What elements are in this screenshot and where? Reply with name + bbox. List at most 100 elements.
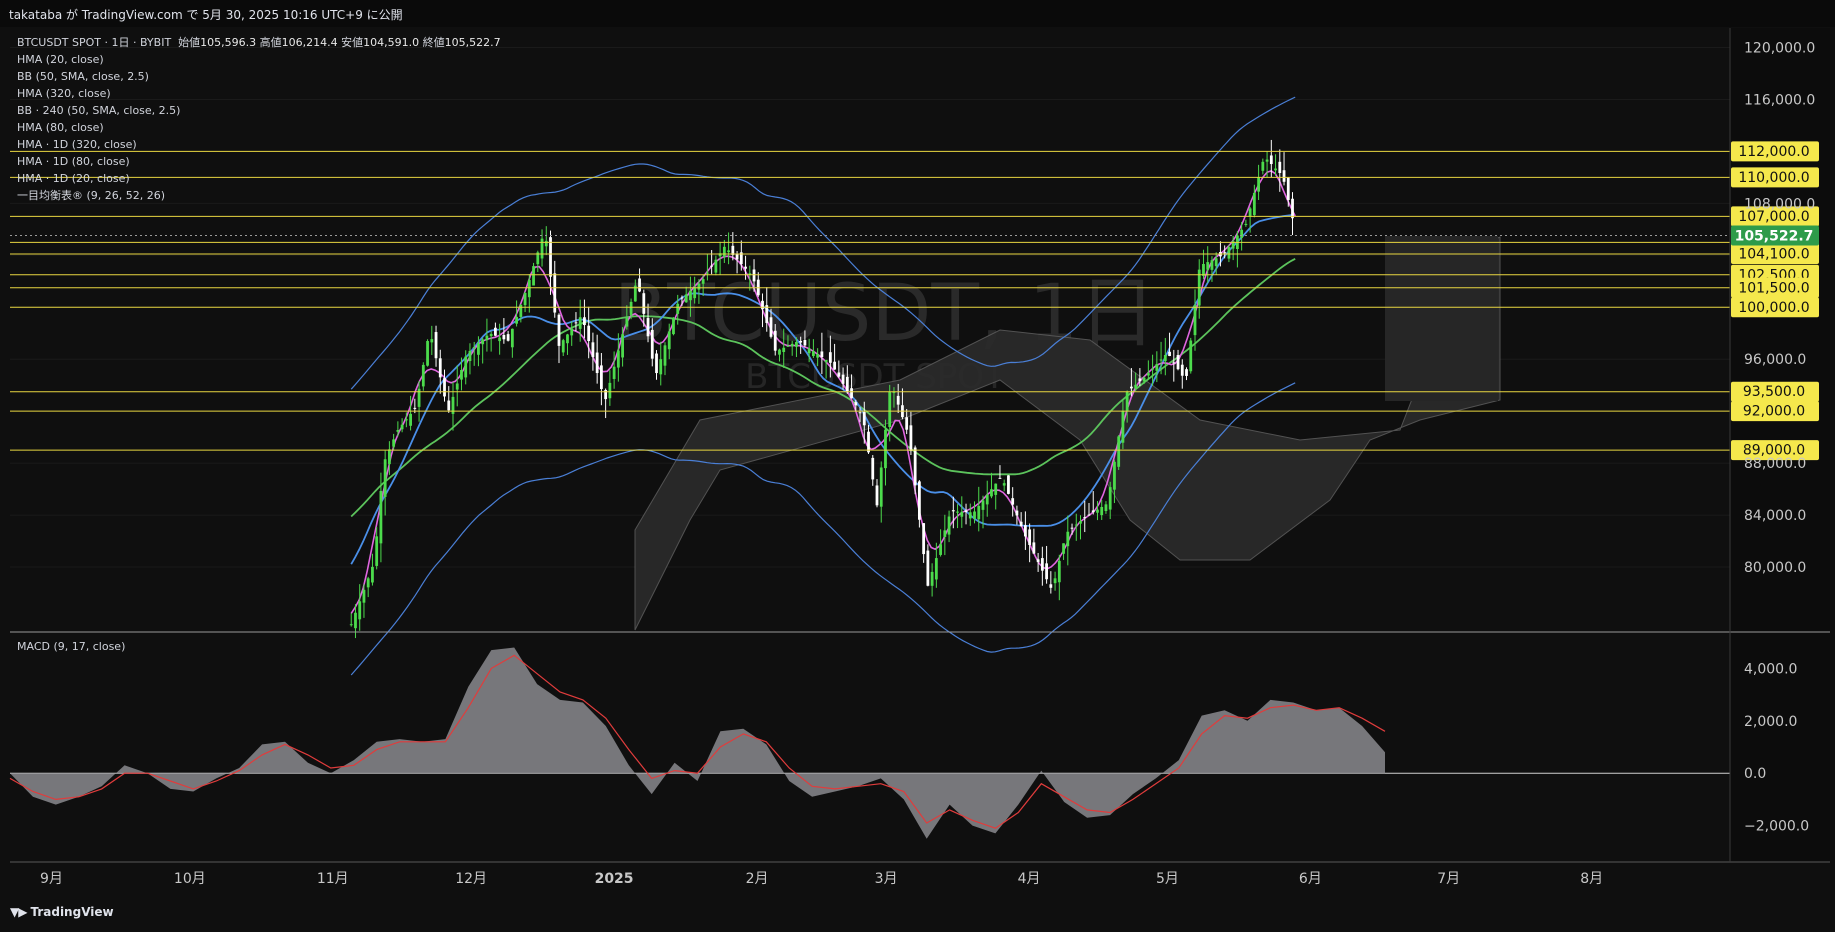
candle-body [574,322,578,324]
indicator-hma-1d-20[interactable]: HMA · 1D (20, close) [17,170,501,187]
candle-body [744,266,747,269]
candle-body [1002,483,1006,486]
candle-body [892,392,896,394]
candle-body [379,490,383,544]
last-price-label: 105,522.7 [1735,229,1814,245]
candle-body [1189,340,1193,372]
candle-body [1129,386,1133,389]
candle-body [642,293,646,314]
candle-body [655,353,658,374]
candle-body [629,301,633,316]
candle-body [871,457,875,480]
indicator-hma-1d-80[interactable]: HMA · 1D (80, close) [17,153,501,170]
candle-body [782,347,786,353]
candle-body [985,494,989,505]
candle-body [426,341,429,366]
macd-y-tick-label: −2,000.0 [1744,819,1809,835]
x-tick-label: 4月 [1018,871,1041,887]
level-label: 104,100.0 [1738,247,1809,263]
candle-body [816,354,820,358]
candle-body [1108,487,1112,510]
candle-body [701,279,705,284]
candle-body [1265,159,1269,162]
indicator-ichimoku[interactable]: 一目均衡表® (9, 26, 52, 26) [17,187,501,204]
candle-body [460,370,463,380]
candle-body [515,316,518,324]
candle-body [557,314,561,346]
candle-body [443,378,446,397]
candle-body [705,272,709,274]
candle-body [1240,229,1244,238]
candle-body [489,333,493,337]
candle-body [477,343,480,355]
x-tick-label: 3月 [875,871,898,887]
candle-body [981,500,985,510]
tradingview-logo-icon: ▼▶ [10,905,27,919]
candle-body [1134,384,1138,389]
candle-body [1066,531,1070,547]
y-tick-label: 120,000.0 [1744,40,1815,56]
candle-body [1036,559,1040,563]
candle-body [1286,177,1290,200]
candle-body [591,342,595,358]
candle-body [1291,198,1294,219]
candle-body [650,329,654,359]
candle-body [828,352,832,363]
indicator-bb-240[interactable]: BB · 240 (50, SMA, close, 2.5) [17,102,501,119]
candle-body [358,601,362,620]
candle-body [1028,529,1032,545]
indicator-hma320[interactable]: HMA (320, close) [17,85,501,102]
candle-body [1057,560,1061,583]
macd-label[interactable]: MACD (9, 17, close) [17,640,125,653]
candle-body [761,300,764,310]
legend-open: 105,596.3 [200,36,257,49]
x-tick-label: 12月 [455,871,487,887]
candle-body [1074,524,1078,526]
candle-body [621,334,624,358]
legend-close: 105,522.7 [444,36,501,49]
candle-body [684,294,688,303]
y-tick-label: 88,000.0 [1744,456,1806,472]
candle-body [837,372,841,377]
candle-body [714,259,718,273]
legend-symbol: BTCUSDT SPOT · 1日 · BYBIT [17,36,172,49]
indicator-hma-1d-320[interactable]: HMA · 1D (320, close) [17,136,501,153]
candle-body [659,359,663,375]
level-label: 101,500.0 [1738,280,1809,296]
candle-body [638,278,641,292]
candle-body [934,558,938,580]
candle-body [1214,258,1218,267]
candle-body [845,376,849,392]
indicator-bb[interactable]: BB (50, SMA, close, 2.5) [17,68,501,85]
macd-y-tick-label: 2,000.0 [1744,714,1797,730]
candle-body [1210,260,1214,270]
candle-body [549,237,552,277]
y-tick-label: 108,000.0 [1744,196,1815,212]
candle-body [362,589,366,603]
candle-body [939,544,942,555]
candle-body [1180,364,1184,376]
candle-body [930,571,934,586]
x-tick-label: 5月 [1156,871,1179,887]
candle-body [811,351,815,357]
candle-body [998,477,1002,479]
candle-body [400,424,404,430]
indicator-hma20[interactable]: HMA (20, close) [17,51,501,68]
candle-body [862,412,866,426]
candle-body [1062,543,1065,554]
indicator-hma80[interactable]: HMA (80, close) [17,119,501,136]
candle-body [646,318,650,337]
candle-body [1185,369,1188,376]
candle-body [481,339,485,345]
candle-body [421,364,425,387]
legend-ohlc: BTCUSDT SPOT · 1日 · BYBIT 始値105,596.3 高値… [17,34,501,51]
candle-body [765,305,769,323]
legend: BTCUSDT SPOT · 1日 · BYBIT 始値105,596.3 高値… [17,34,501,204]
candle-body [1121,411,1125,443]
y-tick-label: 80,000.0 [1744,560,1806,576]
x-tick-label: 6月 [1299,871,1322,887]
candle-body [409,413,412,426]
candle-body [387,449,391,465]
candle-body [778,349,781,355]
candle-body [1282,170,1286,182]
